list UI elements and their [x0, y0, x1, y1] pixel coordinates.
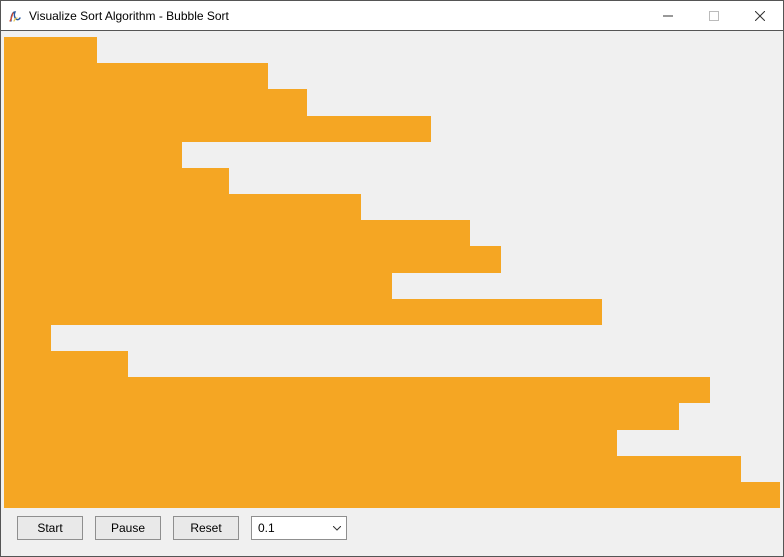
close-button[interactable] [737, 1, 783, 30]
bar-row [4, 375, 780, 401]
chevron-down-icon [328, 526, 346, 531]
pause-button[interactable]: Pause [95, 516, 161, 540]
titlebar: Visualize Sort Algorithm - Bubble Sort [1, 1, 783, 31]
bar-row [4, 401, 780, 427]
bar [4, 430, 617, 456]
maximize-button[interactable] [691, 1, 737, 30]
bar-row [4, 349, 780, 375]
bar-row [4, 61, 780, 87]
bar [4, 351, 128, 377]
bar-row [4, 323, 780, 349]
bar [4, 299, 602, 325]
start-button[interactable]: Start [17, 516, 83, 540]
bar-row [4, 297, 780, 323]
bar [4, 142, 182, 168]
bar [4, 273, 392, 299]
reset-button[interactable]: Reset [173, 516, 239, 540]
bar [4, 63, 268, 89]
bar [4, 403, 679, 429]
bar-row [4, 218, 780, 244]
bar [4, 246, 501, 272]
bar [4, 116, 431, 142]
speed-select[interactable]: 0.1 [251, 516, 347, 540]
sort-visualization [4, 35, 780, 506]
bar [4, 220, 470, 246]
window-title: Visualize Sort Algorithm - Bubble Sort [29, 9, 645, 23]
bar-row [4, 87, 780, 113]
bar [4, 89, 307, 115]
bar-row [4, 480, 780, 506]
window-controls [645, 1, 783, 30]
bar [4, 325, 51, 351]
speed-select-value: 0.1 [252, 521, 328, 535]
bar-row [4, 192, 780, 218]
bar-row [4, 271, 780, 297]
toolbar: Start Pause Reset 0.1 [17, 516, 347, 540]
bar-row [4, 35, 780, 61]
bar-row [4, 244, 780, 270]
bar [4, 194, 361, 220]
bar [4, 377, 710, 403]
bar-row [4, 428, 780, 454]
bar-row [4, 140, 780, 166]
client-area: Start Pause Reset 0.1 [1, 31, 783, 556]
app-icon [7, 8, 23, 24]
bar [4, 168, 229, 194]
bar-row [4, 114, 780, 140]
bar-row [4, 166, 780, 192]
minimize-button[interactable] [645, 1, 691, 30]
bar [4, 482, 780, 508]
bar [4, 456, 741, 482]
bar [4, 37, 97, 63]
bar-row [4, 454, 780, 480]
